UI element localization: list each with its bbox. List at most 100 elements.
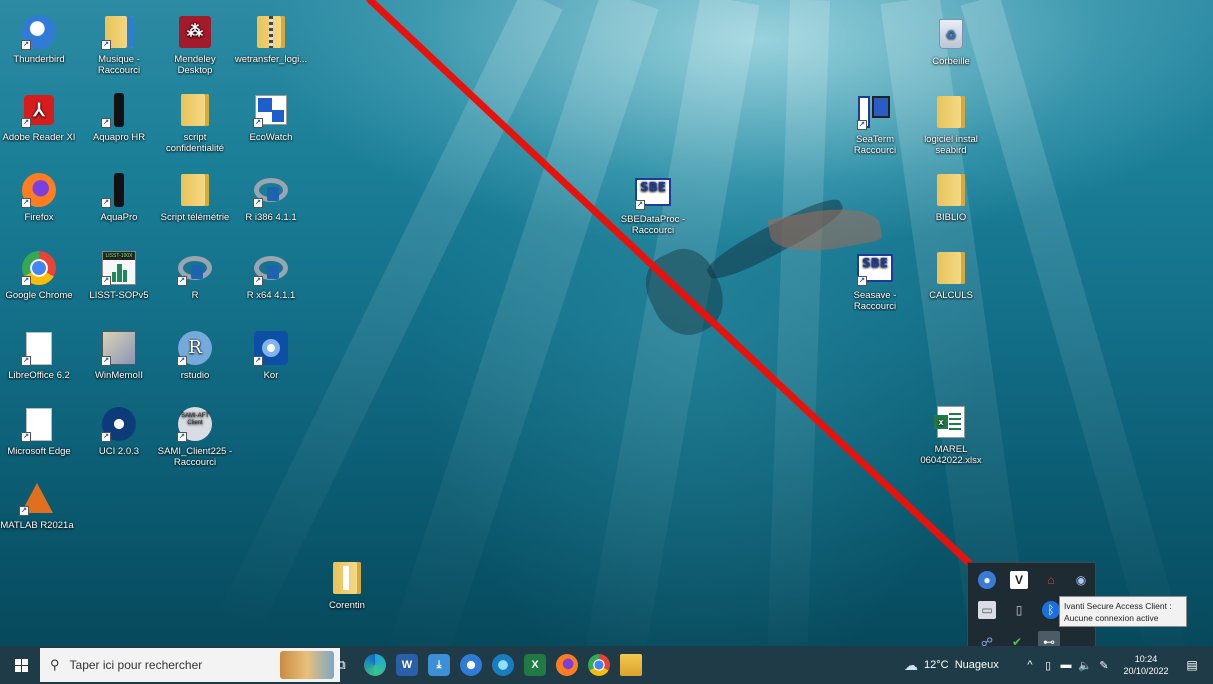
bluetooth-tray-icon[interactable]: ᛒ	[1042, 601, 1060, 619]
desktop-icon-musique[interactable]: ↗ Musique - Raccourci	[80, 14, 158, 76]
desktop-icon-label: R	[191, 290, 199, 301]
monitor-tray-icon[interactable]: ▭	[978, 601, 996, 619]
desktop-icon-r-i386[interactable]: ↗ R i386 4.1.1	[232, 172, 310, 223]
desktop-icon-calculs[interactable]: CALCULS	[912, 250, 990, 301]
desktop-icon-biblio[interactable]: BIBLIO	[912, 172, 990, 223]
taskbar-globe-button[interactable]	[488, 646, 518, 684]
desktop-icon-seasave[interactable]: SBE ↗ Seasave - Raccourci	[836, 250, 914, 312]
desktop-icon-r[interactable]: ↗ R	[156, 250, 234, 301]
folder-icon	[933, 172, 969, 208]
shortcut-arrow-icon: ↗	[177, 356, 187, 366]
notifications-button[interactable]: ▤	[1180, 646, 1204, 684]
taskbar-file-explorer-button[interactable]	[616, 646, 646, 684]
shortcut-arrow-icon: ↗	[21, 40, 31, 50]
desktop-icon-thunderbird[interactable]: ↗ Thunderbird	[0, 14, 78, 65]
folder-icon	[329, 560, 365, 596]
robot-tray-icon[interactable]: ⌂	[1042, 571, 1060, 589]
page-tray-icon[interactable]: ▯	[1010, 601, 1028, 619]
weather-widget[interactable]: ☁ 12°C Nuageux	[904, 646, 1014, 684]
taskbar-edge-button[interactable]	[360, 646, 390, 684]
pen-button[interactable]: ✎	[1096, 646, 1112, 684]
desktop-icon-corentin[interactable]: Corentin	[308, 560, 386, 611]
taskbar-firefox-button[interactable]	[552, 646, 582, 684]
desktop-icon-label: WinMemoII	[94, 370, 144, 381]
desktop-icon-microsoft-edge[interactable]: ↗ Microsoft Edge	[0, 406, 78, 457]
shortcut-arrow-icon: ↗	[21, 356, 31, 366]
cloud-icon: ☁	[904, 656, 918, 673]
desktop-icon-label: rstudio	[180, 370, 210, 381]
taskbar-excel-button[interactable]: X	[520, 646, 550, 684]
desktop-icon-r-x64[interactable]: ↗ R x64 4.1.1	[232, 250, 310, 301]
desktop-icon-sbedataproc[interactable]: SBE ↗ SBEDataProc - Raccourci	[614, 174, 692, 236]
desktop-icon-label: Corentin	[329, 600, 365, 611]
desktop-icon-label: LISST-SOPv5	[89, 290, 149, 301]
tooltip-line-2: Aucune connexion active	[1064, 613, 1159, 623]
desktop-icon-label: R i386 4.1.1	[245, 212, 297, 223]
desktop-icon-script-confidentialite[interactable]: script confidentialité	[156, 92, 234, 154]
desktop-icon-wetransfer[interactable]: wetransfer_logi...	[232, 14, 310, 65]
task-view-button[interactable]: ⧉	[328, 646, 354, 684]
clock[interactable]: 10:24 20/10/2022	[1118, 646, 1174, 684]
teams-tray-icon[interactable]: ●	[978, 571, 996, 589]
folder-icon	[933, 250, 969, 286]
desktop-icon-google-chrome[interactable]: ↗ Google Chrome	[0, 250, 78, 301]
taskbar-thunderbird-button[interactable]	[456, 646, 486, 684]
desktop-icon-uci[interactable]: ↗ UCI 2.0.3	[80, 406, 158, 457]
taskbar-app-button[interactable]: ⤓	[424, 646, 454, 684]
desktop-icon-aquapro[interactable]: ↗ AquaPro	[80, 172, 158, 223]
volume-button[interactable]: 🔈	[1076, 646, 1094, 684]
desktop-icon-logiciel-seabird[interactable]: logiciel instal seabird	[912, 94, 990, 156]
rstudio-icon: R ↗	[177, 330, 213, 366]
desktop-icon-label: CALCULS	[929, 290, 973, 301]
shortcut-arrow-icon: ↗	[21, 276, 31, 286]
desktop-icon-marel-xlsx[interactable]: x MAREL 06042022.xlsx	[912, 404, 990, 466]
desktop-icon-adobe-reader[interactable]: ⅄ ↗ Adobe Reader XI	[0, 92, 78, 143]
mendeley-icon: ⁂	[177, 14, 213, 50]
desktop-icon-sami-client[interactable]: SAMI-AFT Client ↗ SAMI_Client225 - Racco…	[156, 406, 234, 468]
desktop-icon-label: Seasave - Raccourci	[853, 290, 897, 312]
firefox-icon: ↗	[21, 172, 57, 208]
desktop-icon-libreoffice[interactable]: ↗ LibreOffice 6.2	[0, 330, 78, 381]
taskbar-word-button[interactable]: W	[392, 646, 422, 684]
taskbar: ⚲ Taper ici pour rechercher ⧉ W ⤓ X ☁ 12…	[0, 646, 1213, 684]
veeam-tray-icon[interactable]: V	[1010, 571, 1028, 589]
shortcut-arrow-icon: ↗	[177, 276, 187, 286]
desktop-icon-seaterm[interactable]: ↗ SeaTerm Raccourci	[836, 94, 914, 156]
globe-tray-icon[interactable]: ◉	[1072, 571, 1090, 589]
desktop-icon-label: Google Chrome	[5, 290, 73, 301]
desktop-icon-mendeley[interactable]: ⁂ Mendeley Desktop	[156, 14, 234, 76]
shortcut-arrow-icon: ↗	[101, 432, 111, 442]
file-explorer-icon	[620, 654, 642, 676]
r-logo-icon: ↗	[253, 172, 289, 208]
taskbar-search-box[interactable]: ⚲ Taper ici pour rechercher	[40, 648, 340, 682]
sbe-icon: SBE ↗	[635, 174, 671, 210]
excel-glyph: x	[934, 415, 948, 429]
taskbar-chrome-button[interactable]	[584, 646, 614, 684]
desktop-icon-label: Microsoft Edge	[7, 446, 71, 457]
aquapro-device-icon: ↗	[101, 172, 137, 208]
aquapro-device-icon: ↗	[101, 92, 137, 128]
edge-icon	[364, 654, 386, 676]
desktop-icon-corbeille[interactable]: ♻ Corbeille	[912, 16, 990, 67]
desktop-icon-firefox[interactable]: ↗ Firefox	[0, 172, 78, 223]
thunderbird-icon: ↗	[21, 14, 57, 50]
desktop-icon-label: wetransfer_logi...	[234, 54, 308, 65]
desktop-icon-matlab[interactable]: ↗ MATLAB R2021a	[0, 480, 76, 531]
desktop-icon-rstudio[interactable]: R ↗ rstudio	[156, 330, 234, 381]
battery-button[interactable]: ▬	[1058, 646, 1074, 684]
desktop-icon-lisst-sop[interactable]: LISST-100X ↗ LISST-SOPv5	[80, 250, 158, 301]
desktop-icon-script-telemetrie[interactable]: Script télémétrie	[156, 172, 234, 223]
music-folder-icon: ↗	[101, 14, 137, 50]
ivanti-tooltip: Ivanti Secure Access Client : Aucune con…	[1059, 596, 1187, 627]
search-placeholder: Taper ici pour rechercher	[69, 658, 203, 672]
tray-device-icon[interactable]: ▯	[1040, 646, 1056, 684]
desktop-icon-ecowatch[interactable]: ↗ EcoWatch	[232, 92, 310, 143]
desktop-background[interactable]: ↗ Thunderbird ⅄ ↗ Adobe Reader XI ↗ Fire…	[0, 0, 1213, 646]
desktop-icon-kor[interactable]: ↗ Kor	[232, 330, 310, 381]
desktop-icon-label: Corbeille	[932, 56, 970, 67]
start-button[interactable]	[8, 646, 34, 684]
desktop-icon-aquapro-hr[interactable]: ↗ Aquapro HR	[80, 92, 158, 143]
desktop-icon-winmemo[interactable]: ↗ WinMemoII	[80, 330, 158, 381]
show-hidden-icons-button[interactable]: ^	[1022, 646, 1038, 684]
shortcut-arrow-icon: ↗	[857, 120, 867, 130]
